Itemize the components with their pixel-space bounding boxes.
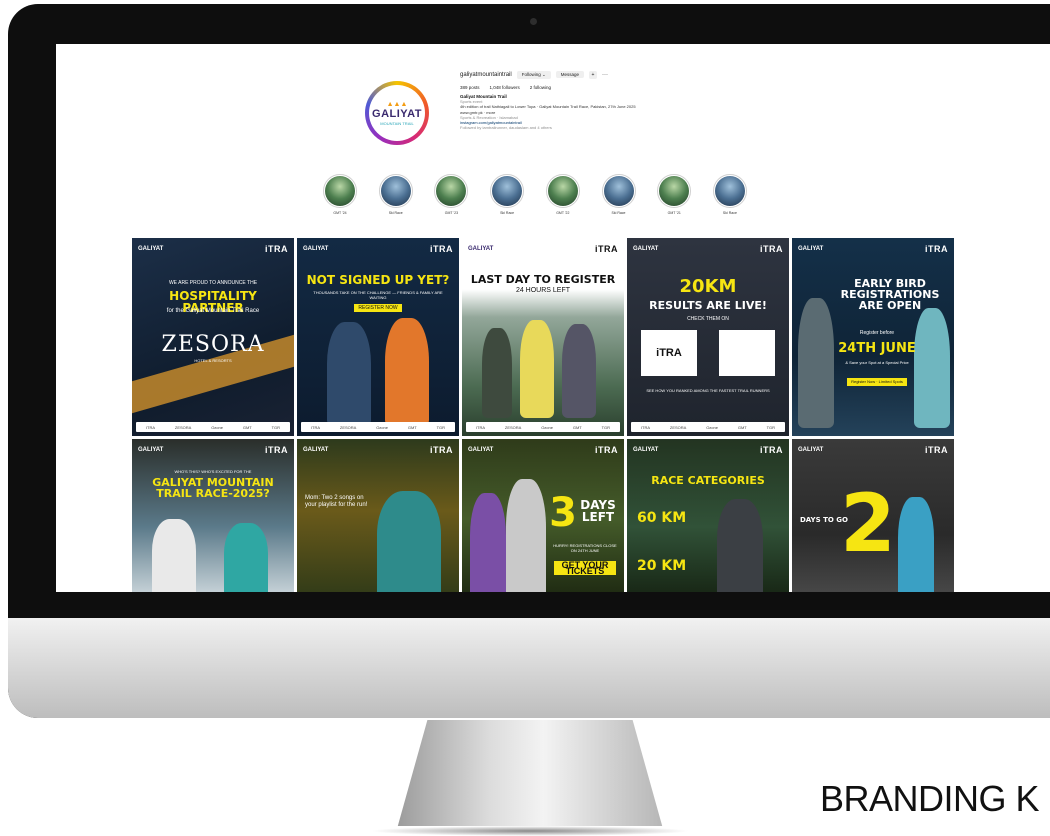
highlight-item[interactable]: GMT '22 bbox=[543, 174, 583, 224]
branding-caption: BRANDING K bbox=[820, 778, 1040, 819]
post-days-to-go[interactable]: GALIYAT iTRA DAYS TO GO 2 bbox=[792, 439, 954, 592]
sponsor-strip: ITRA ZESORA Ozone GMT TGR bbox=[136, 422, 290, 432]
camera-dot bbox=[530, 18, 537, 25]
followed-by[interactable]: Followed by iamtrailrunner, daudaslam an… bbox=[460, 125, 552, 130]
imac-monitor: ▲▲▲ GALIYAT MOUNTAIN TRAIL galiyatmounta… bbox=[8, 4, 1050, 718]
following-button[interactable]: Following ⌄ bbox=[516, 70, 551, 79]
register-now-label: REGISTER NOW bbox=[354, 304, 402, 312]
logo-mountain-icon: ▲▲▲ bbox=[386, 100, 408, 108]
post-grid: GALIYAT iTRA WE ARE PROUD TO ANNOUNCE THE… bbox=[132, 238, 958, 592]
get-tickets-label: GET YOUR TICKETS bbox=[554, 561, 616, 576]
post-hospitality-partner[interactable]: GALIYAT iTRA WE ARE PROUD TO ANNOUNCE THE… bbox=[132, 238, 294, 436]
highlight-item[interactable]: Ski Race bbox=[376, 174, 416, 224]
post-race-categories[interactable]: GALIYAT iTRA RACE CATEGORIES 60 KM 20 KM bbox=[627, 439, 789, 592]
add-person-icon[interactable]: + bbox=[589, 70, 597, 79]
highlight-item[interactable]: GMT '21 bbox=[654, 174, 694, 224]
monitor-stand bbox=[395, 720, 665, 836]
message-button[interactable]: Message bbox=[555, 71, 584, 78]
monitor-chin bbox=[8, 618, 1050, 718]
highlight-item[interactable]: Ski Race bbox=[487, 174, 527, 224]
profile-avatar[interactable]: ▲▲▲ GALIYAT MOUNTAIN TRAIL bbox=[365, 81, 429, 145]
highlight-item[interactable]: Ski Race bbox=[710, 174, 750, 224]
profile-stats: 389 posts 1,048 followers 2 following bbox=[460, 85, 800, 90]
story-highlights: GMT '24 Ski Race GMT '23 Ski Race GMT '2… bbox=[320, 174, 750, 224]
post-not-signed-up[interactable]: GALIYAT iTRA NOT SIGNED UP YET? THOUSANDS… bbox=[297, 238, 459, 436]
highlight-item[interactable]: GMT '24 bbox=[320, 174, 360, 224]
posts-count: 389 posts bbox=[460, 85, 480, 90]
highlight-item[interactable]: Ski Race bbox=[599, 174, 639, 224]
profile-info: galiyatmountaintrail Following ⌄ Message… bbox=[460, 70, 800, 130]
more-options-icon[interactable]: ··· bbox=[602, 72, 608, 78]
post-playlist[interactable]: GALIYAT iTRA Mom: Two 2 songs on your pla… bbox=[297, 439, 459, 592]
post-results-live[interactable]: GALIYAT iTRA 20KM RESULTS ARE LIVE! CHECK… bbox=[627, 238, 789, 436]
stand-shadow bbox=[370, 826, 690, 836]
itra-logo: iTRA bbox=[265, 244, 288, 254]
following-count[interactable]: 2 following bbox=[530, 85, 551, 90]
post-early-bird[interactable]: GALIYAT iTRA EARLY BIRD REGISTRATIONS ARE… bbox=[792, 238, 954, 436]
profile-username: galiyatmountaintrail bbox=[460, 71, 512, 78]
brand-logo: GALIYAT bbox=[138, 246, 164, 252]
post-galiyat-race-2025[interactable]: GALIYAT iTRA WHO'S THIS? WHO'S EXCITED FO… bbox=[132, 439, 294, 592]
logo-text: GALIYAT bbox=[372, 107, 422, 120]
post-last-day-register[interactable]: GALIYAT iTRA LAST DAY TO REGISTER 24 HOUR… bbox=[462, 238, 624, 436]
followers-count[interactable]: 1,048 followers bbox=[490, 85, 520, 90]
post-3-days-left[interactable]: GALIYAT iTRA 3 DAYS LEFT HURRY! REGISTRAT… bbox=[462, 439, 624, 592]
runner-photo bbox=[327, 322, 371, 426]
logo-subtext: MOUNTAIN TRAIL bbox=[380, 120, 414, 126]
runner-photo bbox=[385, 318, 429, 426]
highlight-item[interactable]: GMT '23 bbox=[431, 174, 471, 224]
profile-bio: Galiyat Mountain Trail Sports event 4th … bbox=[460, 94, 800, 130]
instagram-profile-screen: ▲▲▲ GALIYAT MOUNTAIN TRAIL galiyatmounta… bbox=[56, 44, 1050, 592]
